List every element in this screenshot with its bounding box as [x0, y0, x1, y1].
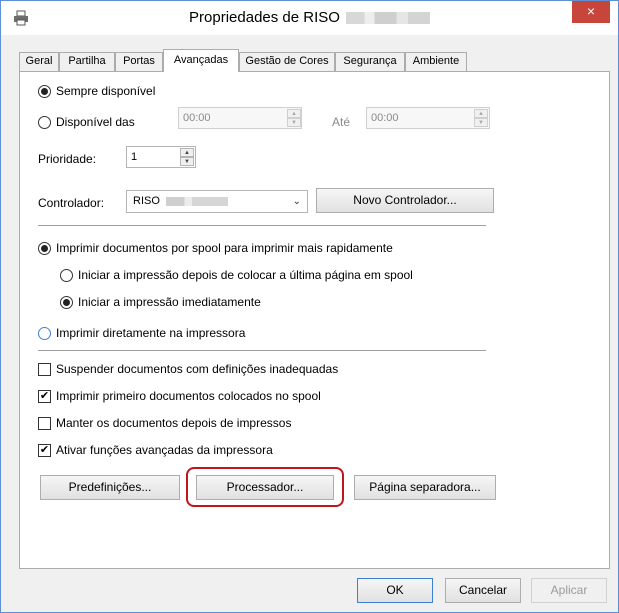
driver-label: Controlador: [38, 196, 105, 210]
close-button[interactable]: × [572, 1, 610, 23]
start-after-last-page-label: Iniciar a impressão depois de colocar a … [78, 268, 413, 282]
priority-down-icon[interactable]: ▼ [180, 157, 194, 166]
advanced-features-checkbox[interactable]: ✔ [38, 444, 51, 457]
spool-print-radio[interactable] [38, 242, 51, 255]
available-from-radio[interactable] [38, 116, 51, 129]
hold-mismatched-checkbox[interactable] [38, 363, 51, 376]
tab-portas[interactable]: Portas [115, 52, 163, 71]
start-after-last-page-radio[interactable] [60, 269, 73, 282]
print-directly-label: Imprimir diretamente na impressora [56, 326, 246, 340]
cancel-button[interactable]: Cancelar [445, 578, 521, 603]
until-time-field[interactable]: 00:00 [366, 107, 490, 129]
redacted-driver-name [165, 196, 228, 206]
driver-value: RISO [133, 195, 160, 207]
priority-label: Prioridade: [38, 152, 97, 166]
until-label: Até [332, 115, 351, 129]
separator-2 [38, 350, 486, 351]
until-time-down-icon[interactable]: ▼ [474, 118, 488, 127]
always-available-label: Sempre disponível [56, 84, 156, 98]
chevron-down-icon: ⌄ [292, 196, 301, 207]
tab-gestao-de-cores[interactable]: Gestão de Cores [239, 52, 335, 71]
printing-defaults-button[interactable]: Predefinições... [40, 475, 180, 500]
new-driver-button[interactable]: Novo Controlador... [316, 188, 494, 213]
always-available-radio[interactable] [38, 85, 51, 98]
from-time-down-icon[interactable]: ▼ [287, 118, 301, 127]
advanced-features-label: Ativar funções avançadas da impressora [56, 443, 273, 457]
start-immediately-label: Iniciar a impressão imediatamente [78, 295, 261, 309]
print-directly-radio[interactable] [38, 327, 51, 340]
window-title-text: Propriedades de RISO [189, 9, 340, 26]
checkmark-icon: ✔ [39, 444, 50, 456]
tab-geral[interactable]: Geral [19, 52, 59, 71]
priority-up-icon[interactable]: ▲ [180, 148, 194, 157]
from-time-field[interactable]: 00:00 [178, 107, 302, 129]
driver-select[interactable]: RISO ⌄ [126, 190, 308, 213]
redacted-model-name [345, 12, 430, 25]
tab-avancadas[interactable]: Avançadas [163, 49, 239, 72]
print-spooled-first-checkbox[interactable]: ✔ [38, 390, 51, 403]
printer-properties-dialog: Propriedades de RISO × Geral Partilha Po… [0, 0, 619, 613]
keep-printed-checkbox[interactable] [38, 417, 51, 430]
tab-ambiente[interactable]: Ambiente [405, 52, 467, 71]
print-processor-button[interactable]: Processador... [196, 475, 334, 500]
separator-1 [38, 225, 486, 226]
spool-print-label: Imprimir documentos por spool para impri… [56, 241, 393, 255]
hold-mismatched-label: Suspender documentos com definições inad… [56, 362, 339, 376]
print-spooled-first-label: Imprimir primeiro documentos colocados n… [56, 389, 321, 403]
ok-button[interactable]: OK [357, 578, 433, 603]
start-immediately-radio[interactable] [60, 296, 73, 309]
until-time-up-icon[interactable]: ▲ [474, 109, 488, 118]
separator-page-button[interactable]: Página separadora... [354, 475, 496, 500]
close-icon: × [586, 3, 596, 19]
tab-partilha[interactable]: Partilha [59, 52, 115, 71]
window-title: Propriedades de RISO [1, 9, 618, 26]
available-from-label: Disponível das [56, 115, 135, 129]
from-time-up-icon[interactable]: ▲ [287, 109, 301, 118]
keep-printed-label: Manter os documentos depois de impressos [56, 416, 292, 430]
advanced-tab-panel: Sempre disponível Disponível das 00:00 ▲… [19, 71, 610, 569]
apply-button[interactable]: Aplicar [531, 578, 607, 603]
tab-seguranca[interactable]: Segurança [335, 52, 405, 71]
title-bar: Propriedades de RISO × [1, 1, 618, 35]
checkmark-icon: ✔ [39, 390, 50, 402]
